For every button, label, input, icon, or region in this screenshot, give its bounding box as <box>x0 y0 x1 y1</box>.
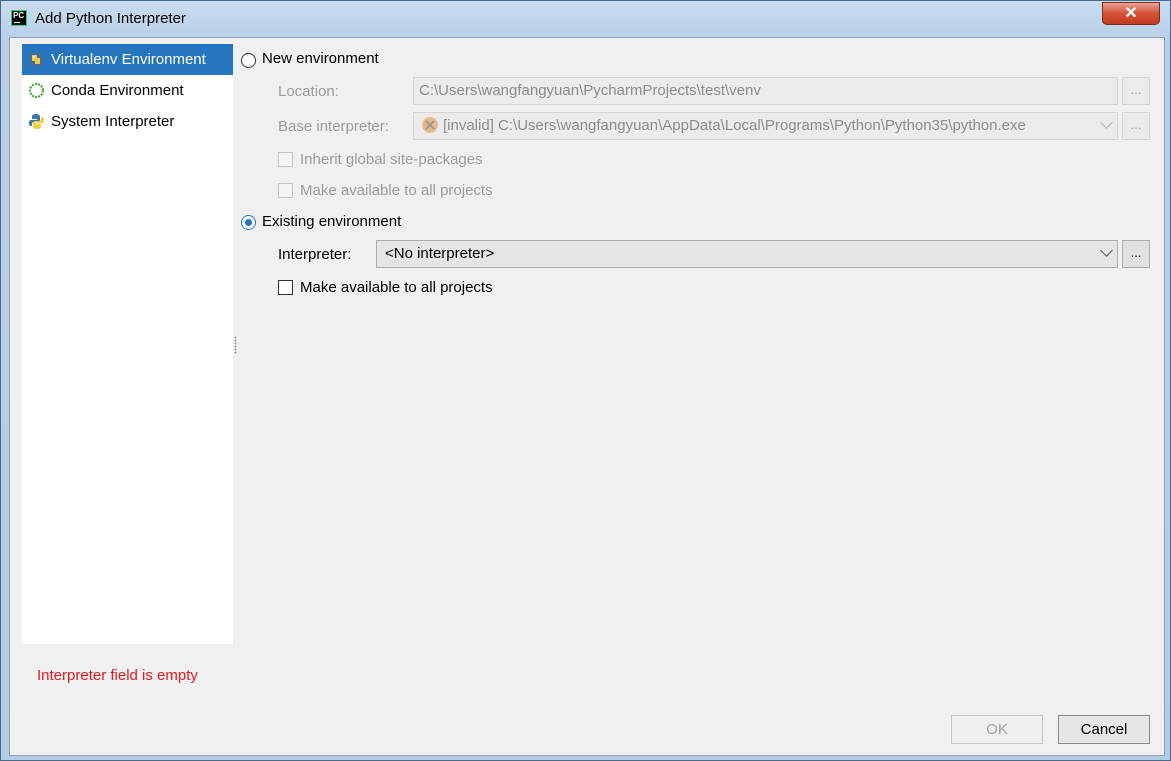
sidebar-item-virtualenv[interactable]: Virtualenv Environment <box>22 44 233 75</box>
base-interpreter-combo[interactable]: [invalid] C:\Users\wangfangyuan\AppData\… <box>413 112 1118 140</box>
sidebar-item-label: System Interpreter <box>51 113 175 130</box>
ok-button[interactable]: OK <box>951 715 1043 744</box>
validation-error-message: Interpreter field is empty <box>37 667 198 684</box>
new-environment-label: New environment <box>262 50 379 67</box>
conda-icon <box>28 82 45 99</box>
invalid-interpreter-icon <box>422 117 438 133</box>
environment-type-list: Virtualenv Environment Conda Environment… <box>22 44 233 644</box>
base-interpreter-label: Base interpreter: <box>278 118 389 135</box>
dialog-content: Virtualenv Environment Conda Environment… <box>9 37 1165 756</box>
existing-env-make-available-label: Make available to all projects <box>300 279 493 296</box>
new-environment-radio[interactable] <box>241 53 256 68</box>
cancel-button[interactable]: Cancel <box>1058 715 1150 744</box>
inherit-site-packages-checkbox[interactable] <box>278 152 293 167</box>
sidebar-item-label: Virtualenv Environment <box>51 51 206 68</box>
pycharm-app-icon: PC <box>11 10 27 26</box>
existing-env-make-available-checkbox[interactable] <box>278 280 293 295</box>
interpreter-value: <No interpreter> <box>385 245 495 262</box>
chevron-down-icon <box>1100 244 1113 257</box>
dialog-window: PC Add Python Interpreter ✕ Virtualenv E… <box>0 0 1171 761</box>
location-field[interactable]: C:\Users\wangfangyuan\PycharmProjects\te… <box>413 77 1118 105</box>
sidebar-item-system[interactable]: System Interpreter <box>22 106 233 137</box>
new-env-make-available-label: Make available to all projects <box>300 182 493 199</box>
sidebar-item-label: Conda Environment <box>51 82 184 99</box>
sidebar-item-conda[interactable]: Conda Environment <box>22 75 233 106</box>
inherit-site-packages-label: Inherit global site-packages <box>300 151 483 168</box>
location-label: Location: <box>278 83 339 100</box>
title-bar[interactable]: PC Add Python Interpreter ✕ <box>1 1 1170 37</box>
existing-environment-label: Existing environment <box>262 213 402 230</box>
location-browse-button[interactable]: ... <box>1122 77 1150 105</box>
splitter-handle[interactable] <box>234 336 237 354</box>
virtualenv-icon <box>29 52 44 67</box>
interpreter-label: Interpreter: <box>278 246 352 263</box>
interpreter-browse-button[interactable]: ... <box>1122 240 1150 268</box>
python-icon <box>29 114 44 129</box>
close-button[interactable]: ✕ <box>1102 2 1160 25</box>
new-env-make-available-checkbox[interactable] <box>278 183 293 198</box>
window-title: Add Python Interpreter <box>35 10 186 27</box>
chevron-down-icon <box>1100 116 1113 129</box>
base-interpreter-value: [invalid] C:\Users\wangfangyuan\AppData\… <box>443 117 1026 134</box>
interpreter-combo[interactable]: <No interpreter> <box>376 240 1118 268</box>
existing-environment-radio[interactable] <box>241 215 256 230</box>
base-interpreter-browse-button[interactable]: ... <box>1122 112 1150 140</box>
